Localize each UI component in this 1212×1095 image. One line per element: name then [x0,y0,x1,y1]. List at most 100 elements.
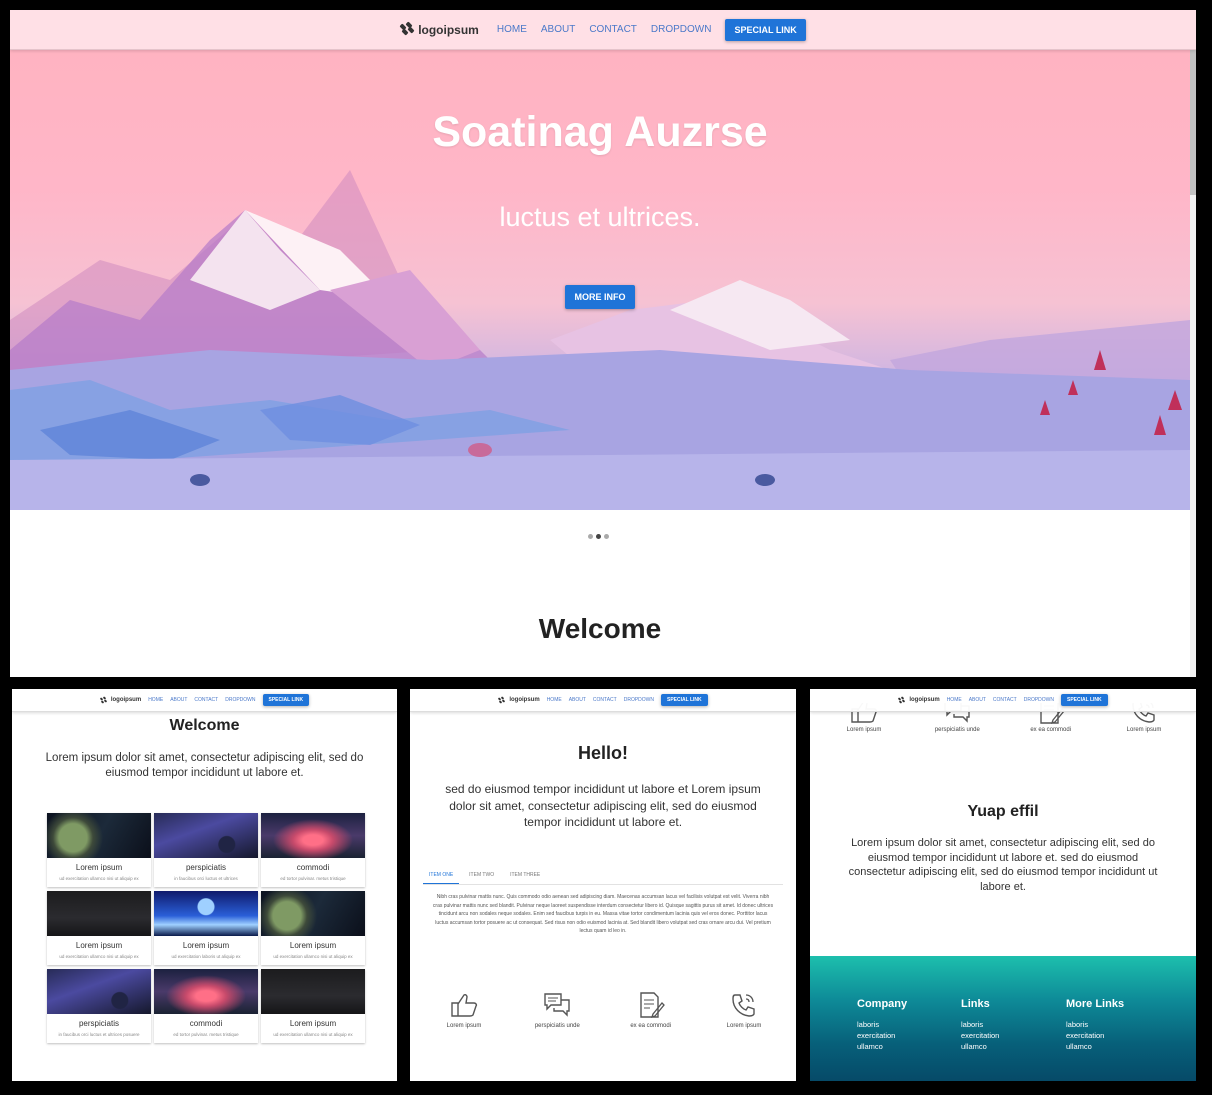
card[interactable]: commodi ed tortor pulvinar. metus tristiq… [261,813,365,887]
hero-title: Soatinag Auzrse [432,108,768,156]
card[interactable]: Lorem ipsum ud exercitation laboris ut al… [154,891,258,965]
card-title: Lorem ipsum [289,941,337,950]
carousel-dot[interactable] [588,534,593,539]
document-edit-icon [639,992,665,1019]
card[interactable]: perspiciatis in faucibus orci luctus et u… [154,813,258,887]
footer-link[interactable]: laboris [857,1019,907,1030]
card-text: ed tortor pulvinar. metus tristique [280,876,346,881]
card-image [154,891,258,936]
nav-contact[interactable]: CONTACT [993,697,1017,703]
carousel-indicators [588,534,609,539]
nav-contact[interactable]: CONTACT [593,697,617,703]
footer-link[interactable]: laboris [1066,1019,1124,1030]
feature-label: Lorem ipsum [846,727,882,733]
card-image [154,813,258,858]
nav-home[interactable]: HOME [497,24,527,35]
footer-link[interactable]: laboris [961,1019,999,1030]
card[interactable]: perspiciatis in faucibus orci luctus et u… [47,969,151,1043]
card-title: Lorem ipsum [289,1019,337,1028]
tab-item-three[interactable]: ITEM THREE [504,869,546,884]
welcome-heading: Welcome [538,613,662,644]
more-info-button[interactable]: MORE INFO [565,285,635,309]
nav-about[interactable]: ABOUT [969,697,986,703]
tab-item-one[interactable]: ITEM ONE [423,869,460,884]
card-image [261,813,365,858]
yuap-title: Yuap effil [967,803,1039,820]
nav-about[interactable]: ABOUT [170,697,187,703]
nav-about[interactable]: ABOUT [541,24,575,35]
nav-contact[interactable]: CONTACT [589,24,637,35]
footer-link[interactable]: exercitation [1066,1030,1124,1041]
card[interactable]: Lorem ipsum ud exercitation ullamco nisi … [261,969,365,1043]
logo[interactable]: logoipsum [498,695,540,704]
card-text: in faucibus orci luctus et ultrices posu… [58,1032,140,1037]
card-image [47,891,151,936]
card-text: ud exercitation laboris ut aliquip ex [171,954,241,959]
card-grid: Lorem ipsum ud exercitation ullamco nisi … [47,813,366,1043]
nav-dropdown[interactable]: DROPDOWN [1024,697,1054,703]
card-image [47,969,151,1014]
feature-label: ex ea commodi [1030,727,1071,733]
carousel-dot[interactable] [604,534,609,539]
logo[interactable]: logoipsum [898,695,940,704]
footer-link[interactable]: exercitation [961,1030,999,1041]
tab-bar: ITEM ONE ITEM TWO ITEM THREE [423,869,783,885]
logo[interactable]: logoipsum [99,695,142,704]
special-link-button[interactable]: SPECIAL LINK [262,694,310,706]
card-text: ud exercitation ullamco nisi ut aliquip … [59,954,139,959]
card-title: Lorem ipsum [75,941,123,950]
card-image [47,813,151,858]
card-text: in faucibus orci luctus et ultrices [174,876,238,881]
nav-home[interactable]: HOME [547,697,562,703]
hero-slide: Soatinag Auzrse luctus et ultrices. MORE… [10,50,1190,510]
logo[interactable]: logoipsum [399,20,479,37]
footer-link[interactable]: exercitation [857,1030,907,1041]
feature-label: Lorem ipsum [726,1023,762,1029]
nav-about[interactable]: ABOUT [569,697,586,703]
logo-icon [99,695,108,704]
card[interactable]: commodi ed tortor pulvinar. metus tristiq… [154,969,258,1043]
carousel-dot-active[interactable] [596,534,601,539]
logo-icon [498,695,506,704]
footer-link[interactable]: ullamco [1066,1041,1124,1052]
card[interactable]: Lorem ipsum ud exercitation ullamco nisi … [47,891,151,965]
nav-home[interactable]: HOME [947,697,962,703]
card-title: perspiciatis [78,1019,119,1028]
nav-contact[interactable]: CONTACT [194,697,218,703]
feature-item: ex ea commodi [611,991,691,1029]
nav-dropdown[interactable]: DROPDOWN [624,697,654,703]
feature-item: Lorem ipsum [424,991,504,1029]
nav-dropdown[interactable]: DROPDOWN [225,697,255,703]
card-text: ud exercitation ullamco nisi ut aliquip … [273,954,353,959]
logo-text: logoipsum [509,697,540,703]
card-title: perspiciatis [185,863,226,872]
logo-icon [898,695,906,704]
tab-item-two[interactable]: ITEM TWO [463,869,500,884]
card[interactable]: Lorem ipsum ud exercitation ullamco nisi … [261,891,365,965]
feature-label: perspiciatis unde [934,727,980,733]
nav-home[interactable]: HOME [148,697,163,703]
card[interactable]: Lorem ipsum ud exercitation ullamco nisi … [47,813,151,887]
nav-dropdown[interactable]: DROPDOWN [651,24,712,35]
phone-icon [732,994,755,1017]
chat-bubbles-icon [544,993,571,1017]
hero-subtitle: luctus et ultrices. [499,202,701,232]
navbar: logoipsum HOME ABOUT CONTACT DROPDOWN SP… [810,689,1196,712]
card-text: ud exercitation ullamco nisi ut aliquip … [59,876,139,881]
footer-link[interactable]: ullamco [857,1041,907,1052]
special-link-button[interactable]: SPECIAL LINK [1061,694,1108,706]
feature-item: Lorem ipsum [704,991,784,1029]
special-link-button[interactable]: SPECIAL LINK [661,694,708,706]
feature-label: Lorem ipsum [446,1023,482,1029]
hello-title: Hello! [577,743,628,763]
card-image [261,969,365,1014]
footer-link[interactable]: ullamco [961,1041,999,1052]
special-link-button[interactable]: SPECIAL LINK [725,18,806,41]
feature-label: Lorem ipsum [1126,727,1162,733]
scrollbar[interactable] [1190,10,1196,677]
footer-column-title: Links [961,998,990,1010]
logo-text: logoipsum [110,697,142,703]
welcome-section-screenshot: logoipsum HOME ABOUT CONTACT DROPDOWN SP… [12,689,397,1081]
main-screenshot: logoipsum HOME ABOUT CONTACT DROPDOWN SP… [10,10,1196,677]
navbar: logoipsum HOME ABOUT CONTACT DROPDOWN SP… [410,689,796,712]
